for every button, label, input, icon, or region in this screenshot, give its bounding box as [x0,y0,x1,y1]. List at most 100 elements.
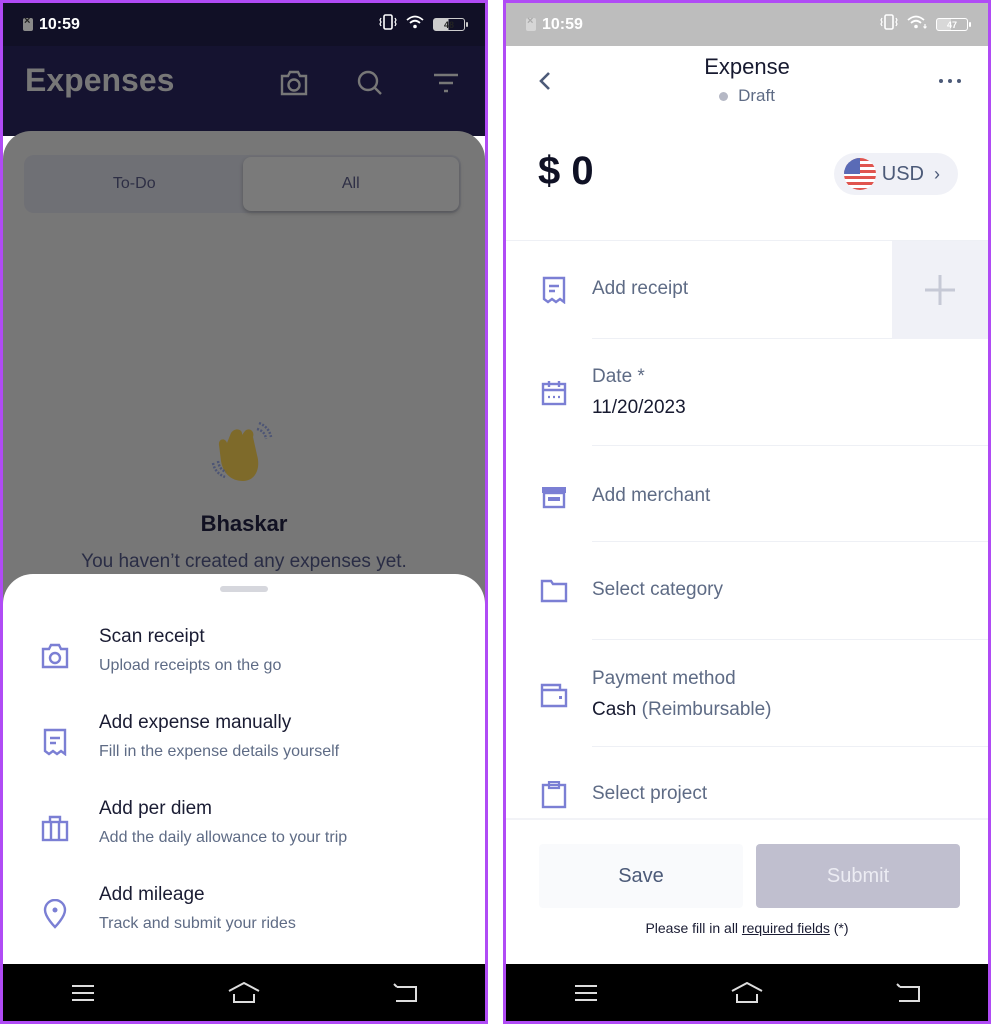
add-expense-bottom-sheet: Scan receipt Upload receipts on the go A… [3,574,485,964]
sheet-item-subtitle: Fill in the expense details yourself [99,743,340,760]
menu-icon [72,984,95,1001]
receipt-icon [39,726,71,758]
payment-method-value: Cash (Reimbursable) [592,699,772,721]
project-field[interactable]: Select project [506,747,988,818]
status-bar: 10:59 48 [3,3,485,46]
waving-hand-icon [209,419,279,494]
filter-icon [434,73,458,93]
folder-icon [540,577,568,605]
status-time: 10:59 [39,15,80,33]
tab-all[interactable]: All [242,157,459,211]
sheet-item-add-expense-manually[interactable]: Add expense manually Fill in the expense… [3,698,485,784]
add-receipt-button[interactable] [892,241,988,339]
status-badge: Draft [506,86,988,106]
vibrate-icon [880,14,898,35]
currency-selector[interactable]: USD › [833,153,958,195]
page-title: Expense [704,54,790,79]
currency-code: USD [881,162,924,185]
menu-icon [575,984,598,1001]
us-flag-icon [843,158,876,190]
battery-indicator: 48 [433,18,468,31]
sheet-item-add-mileage[interactable]: Add mileage Track and submit your rides [3,870,485,956]
location-pin-icon [39,898,71,930]
payment-method-field[interactable]: Payment method Cash (Reimbursable) [506,640,988,747]
sheet-item-subtitle: Add the daily allowance to your trip [99,829,348,846]
wifi-icon [907,15,927,34]
expenses-screen: 10:59 48 Expenses To-Do [0,0,488,1024]
more-dot [939,79,943,83]
camera-icon [280,70,308,96]
back-icon [392,982,417,1002]
sheet-item-subtitle: Upload receipts on the go [99,657,282,674]
submit-button[interactable]: Submit [756,844,960,908]
search-button[interactable] [353,66,387,100]
home-nav-button[interactable] [727,978,767,1008]
payment-method-note: (Reimbursable) [641,699,772,720]
segmented-control: To-Do All [24,155,461,213]
no-sim-icon [23,15,33,31]
payment-method-name: Cash [592,699,637,720]
sheet-item-add-per-diem[interactable]: Add per diem Add the daily allowance to … [3,784,485,870]
field-label: Date * [592,366,645,387]
search-icon [357,70,382,95]
back-nav-button[interactable] [385,978,425,1008]
required-fields-link[interactable]: required fields [742,920,830,936]
save-button[interactable]: Save [539,844,743,908]
tab-to-do[interactable]: To-Do [26,157,243,211]
battery-indicator: 47 [936,18,971,31]
field-label: Select project [592,783,708,804]
expense-header: Expense Draft [506,46,988,126]
amount-input[interactable]: $ 0 [538,149,594,194]
field-label: Add receipt [592,278,689,299]
required-fields-hint: Please fill in all required fields (*) [506,920,988,936]
menu-nav-button[interactable] [63,978,103,1008]
store-icon [540,483,568,511]
filter-button[interactable] [429,66,463,100]
date-value: 11/20/2023 [592,397,686,418]
form-footer: Save Submit Please fill in all required … [506,818,988,964]
plus-icon [925,275,955,305]
page-title: Expenses [25,62,175,98]
home-nav-button[interactable] [224,978,264,1008]
sheet-item-scan-receipt[interactable]: Scan receipt Upload receipts on the go [3,612,485,698]
sheet-item-title: Add expense manually [99,712,292,733]
more-options-button[interactable] [932,66,968,96]
empty-state-message: You haven’t created any expenses yet. [81,551,407,572]
camera-button[interactable] [277,66,311,100]
suitcase-icon [39,812,71,844]
category-field[interactable]: Select category [506,542,988,640]
date-field[interactable]: Date * 11/20/2023 [506,339,988,446]
merchant-field[interactable]: Add merchant [506,446,988,542]
wallet-icon [540,681,568,709]
expense-form-screen: 10:59 47 Expense Draft $ 0 USD › [503,0,991,1024]
status-text: Draft [738,86,775,105]
back-icon [895,982,920,1002]
status-bar: 10:59 47 [506,3,988,46]
receipt-icon [540,276,568,304]
sheet-item-title: Add mileage [99,884,205,905]
sheet-item-title: Scan receipt [99,626,205,647]
vibrate-icon [379,14,397,35]
back-nav-button[interactable] [888,978,928,1008]
field-label: Select category [592,579,723,600]
camera-icon [39,640,71,672]
field-label: Add merchant [592,485,711,506]
home-icon [228,981,260,1003]
wifi-icon [406,15,424,34]
app-header: Expenses [3,46,485,136]
chevron-right-icon: › [934,163,940,184]
hint-prefix: Please fill in all [645,920,742,936]
menu-nav-button[interactable] [566,978,606,1008]
system-nav-bar [3,964,485,1021]
status-dot [719,91,729,101]
hint-suffix: (*) [829,920,849,936]
sheet-item-title: Add per diem [99,798,213,819]
field-label: Payment method [592,668,736,689]
no-sim-icon [526,15,536,31]
status-time: 10:59 [542,15,583,33]
home-icon [731,981,763,1003]
calendar-icon [540,379,568,407]
sheet-drag-handle[interactable] [220,586,268,592]
clipboard-icon [540,781,568,809]
more-dot [957,79,961,83]
